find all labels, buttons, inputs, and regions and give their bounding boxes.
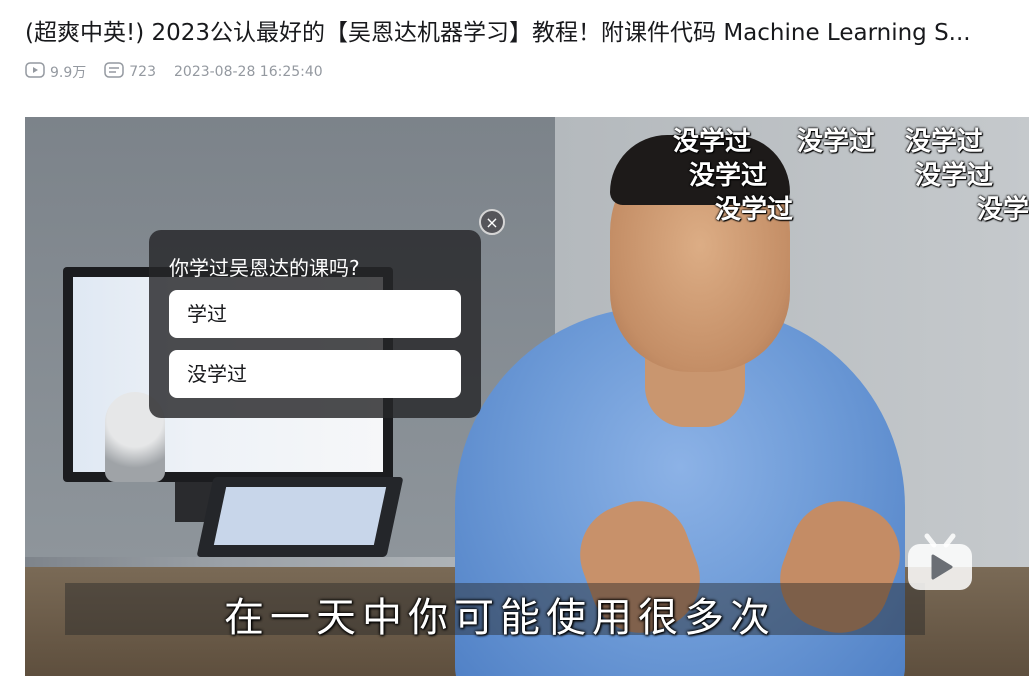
close-icon[interactable]: × [479,209,505,235]
bilibili-tv-icon [905,530,975,592]
vote-option-not-learned[interactable]: 没学过 [169,350,461,398]
vote-popup: 你学过吴恩达的课吗? 学过 没学过 [149,230,481,418]
view-count: 9.9万 [25,62,86,82]
publish-date: 2023-08-28 16:25:40 [174,64,323,80]
danmaku-comment: 没学 [977,195,1029,225]
danmaku-comment: 没学过 [915,161,994,191]
video-frame-tablet-screen [213,487,387,545]
view-count-value: 9.9万 [50,65,87,81]
vote-option-learned[interactable]: 学过 [169,290,461,338]
danmaku-comment: 没学过 [673,127,752,157]
danmaku-comment: 没学过 [689,161,768,191]
video-player[interactable]: 在一天中你可能使用很多次 没学过 没学过 没学过 没学过 没学过 没学过 没学 … [25,117,1029,676]
video-title: (超爽中英!) 2023公认最好的【吴恩达机器学习】教程！附课件代码 Machi… [25,20,971,46]
danmaku-count-value: 723 [129,64,156,80]
video-meta: 9.9万 723 2023-08-28 16:25:40 [25,60,341,84]
danmaku-comment: 没学过 [797,127,876,157]
danmaku-comment: 没学过 [715,195,794,225]
danmaku-count-icon [104,62,125,82]
video-subtitle: 在一天中你可能使用很多次 [224,595,776,641]
danmaku-comment: 没学过 [905,127,984,157]
danmaku-count: 723 [104,62,156,82]
vote-question: 你学过吴恩达的课吗? [169,256,360,280]
play-count-icon [25,62,45,82]
